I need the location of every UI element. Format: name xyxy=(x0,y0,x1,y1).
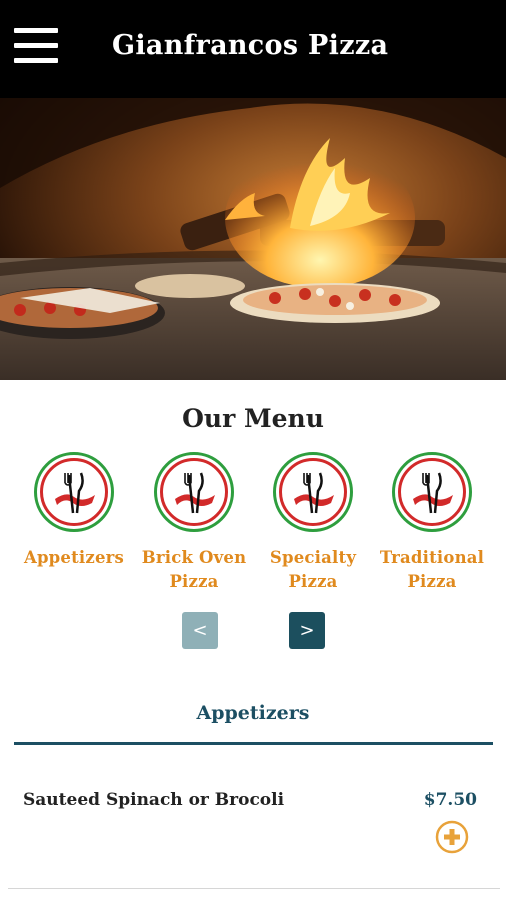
plus-circle-icon[interactable] xyxy=(435,820,469,854)
category-label-line1: Traditional xyxy=(379,548,485,567)
category-label-line1: Brick Oven xyxy=(141,548,247,567)
hero-image xyxy=(0,98,506,380)
fork-knife-ribbon-icon xyxy=(34,452,114,532)
category-label-line1: Specialty xyxy=(269,548,357,567)
fork-knife-ribbon-icon xyxy=(392,452,472,532)
category-label-line2: Pizza xyxy=(288,572,338,591)
category-specialty-pizza[interactable]: Specialty Pizza xyxy=(253,452,373,594)
carousel-next-button[interactable]: > xyxy=(289,612,325,649)
category-label: Specialty Pizza xyxy=(253,546,373,594)
fork-knife-ribbon-icon xyxy=(273,452,353,532)
category-label: Appetizers xyxy=(23,548,125,567)
category-label: Brick Oven Pizza xyxy=(134,546,254,594)
item-divider xyxy=(8,888,500,889)
carousel-prev-button[interactable]: < xyxy=(182,612,218,649)
fork-knife-ribbon-icon xyxy=(154,452,234,532)
category-label: Traditional Pizza xyxy=(372,546,492,594)
section-title: Appetizers xyxy=(196,702,310,724)
category-appetizers[interactable]: Appetizers xyxy=(14,452,134,570)
category-label-line2: Pizza xyxy=(407,572,457,591)
category-brick-oven-pizza[interactable]: Brick Oven Pizza xyxy=(134,452,254,594)
category-label-line2: Pizza xyxy=(169,572,219,591)
menu-item-price: $7.50 xyxy=(423,790,477,810)
section-divider xyxy=(14,742,493,745)
app-title: Gianfrancos Pizza xyxy=(112,30,389,61)
app-header: Gianfrancos Pizza xyxy=(0,0,506,98)
hamburger-menu-icon[interactable] xyxy=(14,28,58,64)
menu-item-name: Sauteed Spinach or Brocoli xyxy=(23,790,285,810)
menu-title: Our Menu xyxy=(182,404,324,433)
category-traditional-pizza[interactable]: Traditional Pizza xyxy=(372,452,492,594)
